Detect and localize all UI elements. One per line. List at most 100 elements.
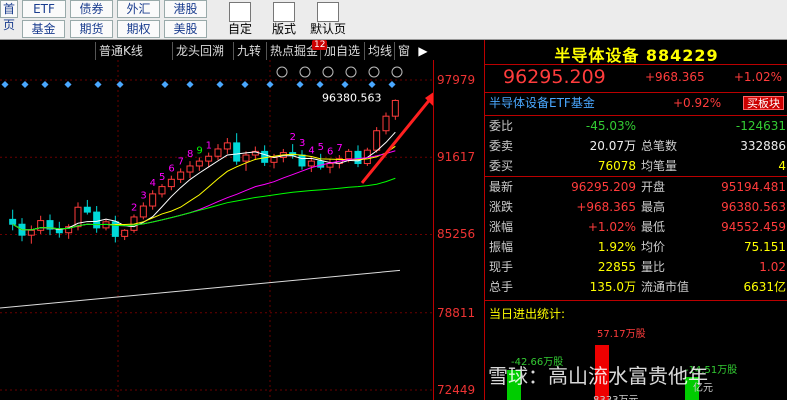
candle-body [270, 156, 278, 163]
camera-icon [322, 66, 334, 78]
quote-l2: 均笔量 [641, 159, 678, 173]
candle-body [242, 154, 250, 162]
toolbar-button-r2-3[interactable]: 美股 [164, 20, 207, 38]
quote-row: 委比 -45.03% -124631 [485, 117, 787, 135]
candle-body [195, 160, 203, 167]
nine-turn-label: 5 [318, 142, 324, 153]
chart-header-item-5[interactable]: 均线 [364, 42, 395, 60]
candle-body [121, 229, 129, 237]
candle-body [83, 206, 91, 213]
quote-v1: +968.365 [576, 200, 636, 214]
lock-icon [345, 66, 357, 78]
candle-body [233, 142, 241, 162]
quote-row: 总手 135.0万 流通市值 6631亿 [485, 278, 787, 296]
zoom-out-icon [391, 66, 403, 78]
toolbar-button-3[interactable]: 外汇 [117, 0, 160, 18]
toolbar-button-1[interactable]: ETF [22, 0, 66, 18]
toolbar-button-r2-2[interactable]: 期权 [117, 20, 160, 38]
signal-diamond [41, 80, 49, 89]
toolbar-button-r2-1[interactable]: 期货 [70, 20, 113, 38]
quote-v2: 96380.563 [721, 200, 786, 214]
quote-row: 最新 96295.209 开盘 95194.481 [485, 178, 787, 196]
candle-body [27, 229, 35, 236]
candle-body [9, 218, 17, 225]
quote-v2: 95194.481 [721, 180, 786, 194]
price-change: +968.365 [645, 70, 705, 84]
candle-body [345, 150, 353, 160]
nine-turn-label: 7 [336, 143, 342, 154]
y-tick-label: 85256 [437, 227, 476, 242]
toolbar-big-1[interactable]: 版式 [262, 0, 306, 40]
toolbar-big-label: 默认页 [309, 22, 346, 36]
quote-panel: 半导体设备 884229 96295.209 +968.365 +1.02% 半… [484, 40, 787, 400]
signal-diamond [316, 80, 324, 89]
buy-sector-button[interactable]: 买板块 [743, 96, 784, 110]
quote-l2: 流通市值 [641, 280, 690, 294]
chart-header-item-6[interactable]: 窗 [394, 42, 413, 60]
candle-body [373, 130, 381, 151]
nine-turn-label: 3 [299, 138, 305, 149]
candle-body [93, 211, 101, 229]
nine-turn-label: 4 [150, 178, 156, 189]
chart-header-item-0[interactable]: 普通K线 [95, 42, 146, 60]
quote-row: 委卖 20.07万 总笔数 332886 [485, 137, 787, 155]
quote-v1: 135.0万 [589, 280, 636, 294]
nine-turn-label: 2 [290, 132, 296, 143]
etf-pct: +0.92% [673, 96, 722, 110]
flow-title: 当日进出统计: [489, 307, 566, 321]
nine-turn-label: 6 [168, 164, 174, 175]
quote-row: 振幅 1.92% 均价 75.151 [485, 238, 787, 256]
quote-v1: 22855 [597, 260, 636, 274]
quote-l1: 委买 [489, 159, 514, 173]
kline-chart[interactable]: 普通K线 龙头回溯 九转 热点掘金 加自选 均线窗 12 ▶ 2345678912345679… [0, 40, 483, 400]
signal-diamond [388, 80, 396, 89]
gear-icon [276, 66, 288, 78]
signal-diamond [296, 80, 304, 89]
quote-v2: 332886 [740, 139, 786, 153]
etf-link[interactable]: 半导体设备ETF基金 [489, 94, 595, 112]
toolbar-big-2[interactable]: 默认页 [306, 0, 350, 40]
toolbar-button-0[interactable]: 首页 [0, 0, 18, 32]
candle-body [382, 115, 390, 132]
toolbar-button-r2-0[interactable]: 基金 [22, 20, 65, 38]
quote-row: 涨幅 +1.02% 最低 94552.459 [485, 218, 787, 236]
signal-diamond [368, 80, 376, 89]
candle-body [391, 99, 399, 117]
y-tick-label: 78811 [437, 305, 476, 320]
quote-l2: 最高 [641, 200, 666, 214]
quote-v1: 76078 [597, 159, 636, 173]
candle-body [298, 154, 306, 167]
price-change-pct: +1.02% [733, 70, 782, 84]
signal-diamond [241, 80, 249, 89]
watermark: 雪球：高山流水富贵他年 [488, 364, 708, 388]
toolbar-button-4[interactable]: 港股 [164, 0, 207, 18]
quote-l1: 总手 [489, 280, 514, 294]
candle-body [167, 178, 175, 188]
quote-l1: 涨幅 [489, 220, 514, 234]
last-price: 96295.209 [503, 66, 606, 88]
chart-header-item-1[interactable]: 龙头回溯 [172, 42, 227, 60]
candle-body [326, 163, 334, 168]
quote-l2: 总笔数 [641, 139, 678, 153]
candle-body [37, 220, 45, 231]
expand-icon[interactable]: ▶ [414, 42, 432, 60]
candle-body [261, 150, 269, 163]
home-icon [317, 2, 339, 22]
quote-v2: 4 [778, 159, 786, 173]
price-axis: 97979 91617 85256 78811 72449 [433, 60, 483, 400]
chart-header-item-2[interactable]: 九转 [233, 42, 264, 60]
toolbar-button-2[interactable]: 债券 [70, 0, 113, 18]
candle-body [223, 142, 231, 150]
candle-body [149, 193, 157, 207]
quote-l2: 最低 [641, 220, 666, 234]
quote-l1: 振幅 [489, 240, 514, 254]
peak-price-label: 96380.563 [322, 91, 382, 104]
kline-plot[interactable]: 2345678 9 1234 5 6 796380.563 [0, 60, 433, 400]
quote-v1: -45.03% [585, 119, 636, 133]
toolbar-big-0[interactable]: 自定 [218, 0, 262, 40]
ma-line-long [0, 269, 401, 309]
quote-row: 委买 76078 均笔量 4 [485, 157, 787, 175]
quote-l2: 开盘 [641, 180, 666, 194]
y-tick-label: 72449 [437, 383, 476, 397]
security-title: 半导体设备 884229 [554, 46, 719, 65]
